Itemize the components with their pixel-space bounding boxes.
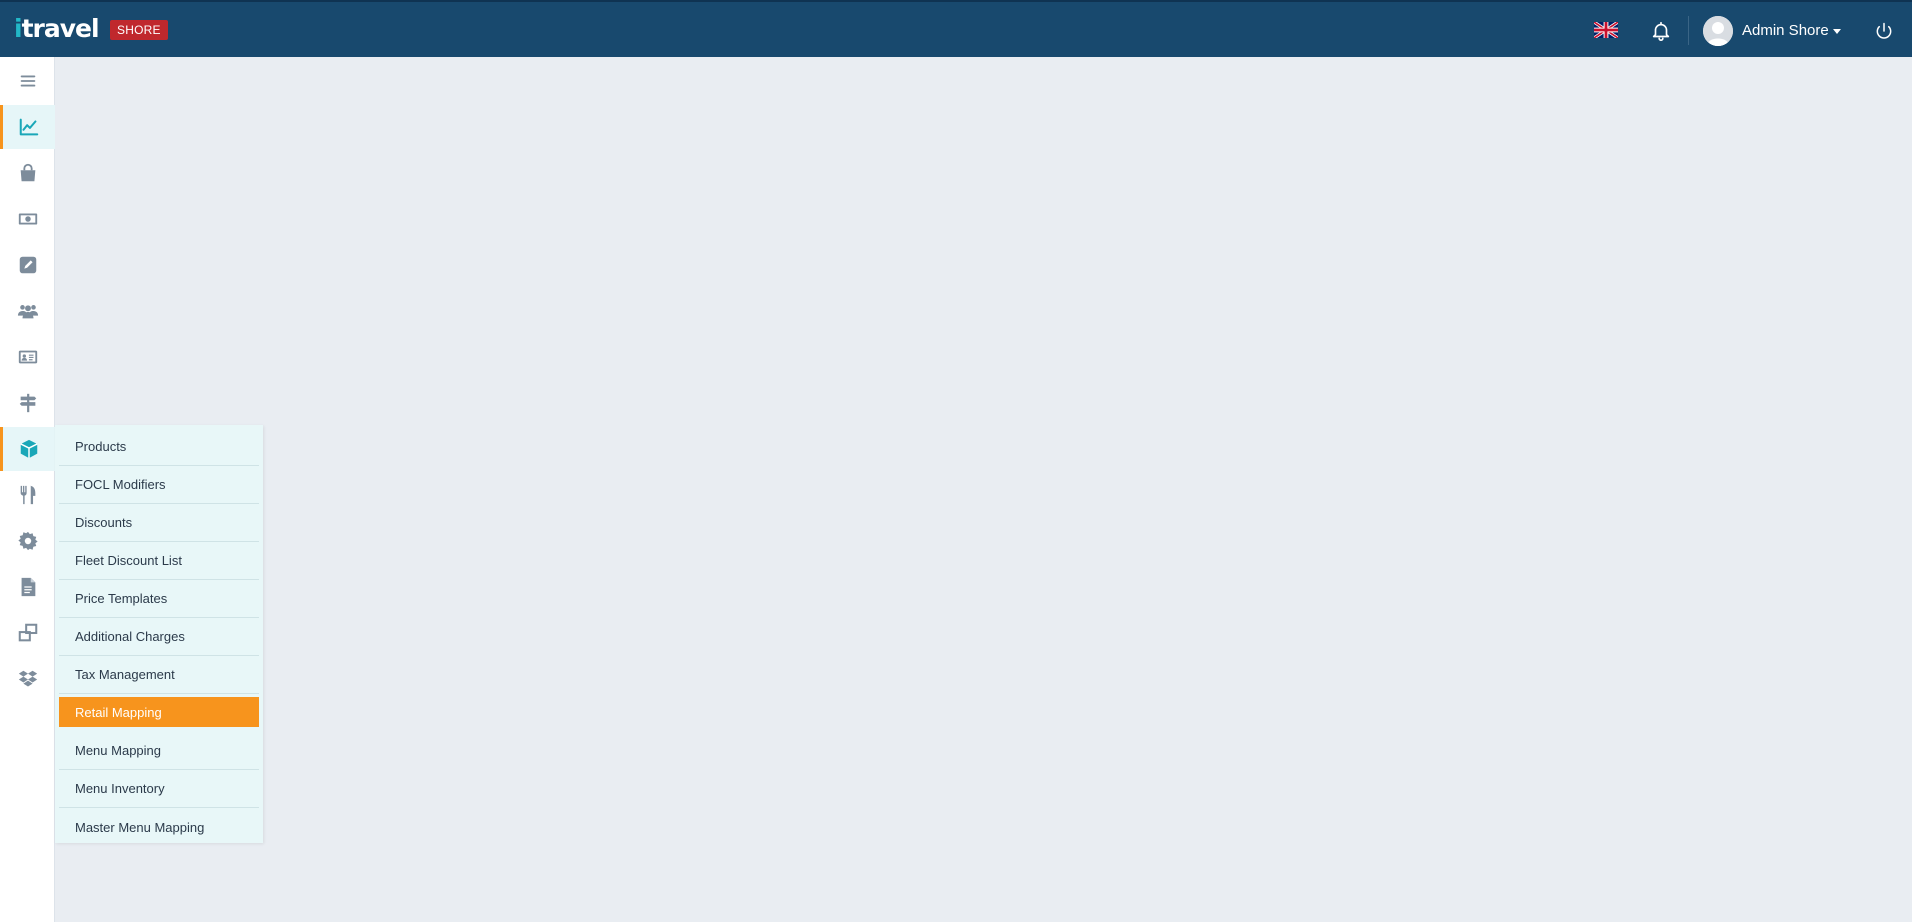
sidebar-item-users[interactable] [0, 289, 55, 333]
submenu-item-additional-charges[interactable]: Additional Charges [59, 618, 259, 656]
sidebar-item-food[interactable] [0, 473, 55, 517]
sidebar-item-id-cards[interactable] [0, 335, 55, 379]
submenu-item-label: Master Menu Mapping [75, 819, 205, 835]
sidebar-item-edit[interactable] [0, 243, 55, 287]
sidebar-item-documents[interactable] [0, 565, 55, 609]
submenu-item-label: Price Templates [75, 591, 168, 606]
menu-icon [20, 75, 35, 87]
submenu-item-price-templates[interactable]: Price Templates [59, 580, 259, 618]
submenu-item-label: Menu Mapping [75, 743, 161, 758]
chart-line-icon [19, 118, 39, 136]
top-bar: itravel SHORE Admin Shore [0, 0, 1912, 57]
main-content [56, 57, 1912, 922]
submenu-item-retail-mapping[interactable]: Retail Mapping [59, 697, 259, 727]
submenu-item-fleet-discount-list[interactable]: Fleet Discount List [59, 542, 259, 580]
logo-text: travel [21, 14, 100, 43]
sidebar-item-dashboard[interactable] [0, 105, 55, 149]
power-icon[interactable] [1874, 21, 1894, 41]
sidebar-item-payments[interactable] [0, 197, 55, 241]
sidebar-item-directions[interactable] [0, 381, 55, 425]
pencil-square-icon [19, 256, 36, 274]
id-card-icon [18, 350, 37, 364]
cube-icon [20, 439, 38, 459]
signpost-icon [19, 393, 36, 413]
sidebar-item-shop[interactable] [0, 151, 55, 195]
submenu-item-label: Additional Charges [75, 629, 185, 644]
money-bill-icon [18, 213, 37, 225]
submenu-item-discounts[interactable]: Discounts [59, 504, 259, 542]
dropbox-icon [18, 670, 37, 687]
submenu-item-label: Retail Mapping [75, 704, 162, 720]
submenu-item-menu-mapping[interactable]: Menu Mapping [59, 732, 259, 770]
submenu-item-menu-inventory[interactable]: Menu Inventory [59, 770, 259, 808]
logo-prefix: i [14, 14, 23, 43]
sidebar [0, 57, 55, 922]
file-icon [21, 577, 35, 597]
products-submenu: Products FOCL Modifiers Discounts Fleet … [55, 425, 263, 843]
submenu-item-label: Discounts [75, 515, 133, 530]
chevron-down-icon[interactable] [1833, 29, 1841, 34]
submenu-item-label: Products [75, 439, 127, 454]
submenu-item-label: Tax Management [75, 667, 175, 682]
submenu-item-label: Menu Inventory [75, 781, 165, 796]
submenu-item-label: Fleet Discount List [75, 553, 182, 568]
bell-icon[interactable] [1650, 20, 1672, 42]
gear-icon [17, 531, 38, 551]
utensils-icon [20, 485, 35, 505]
submenu-item-label: FOCL Modifiers [75, 477, 166, 492]
header-divider [1688, 16, 1689, 45]
avatar[interactable] [1703, 16, 1733, 46]
environment-badge: SHORE [110, 20, 168, 40]
submenu-item-master-menu-mapping[interactable]: Master Menu Mapping [59, 808, 259, 846]
app-logo[interactable]: itravel [14, 14, 100, 44]
submenu-item-products[interactable]: Products [59, 428, 259, 466]
submenu-item-focl-modifiers[interactable]: FOCL Modifiers [59, 466, 259, 504]
sidebar-item-products[interactable] [0, 427, 55, 471]
windows-restore-icon [18, 623, 37, 642]
users-icon [17, 305, 38, 319]
submenu-item-tax-management[interactable]: Tax Management [59, 656, 259, 694]
sidebar-item-dropbox[interactable] [0, 657, 55, 701]
shopping-bag-icon [20, 163, 35, 182]
sidebar-toggle[interactable] [0, 59, 55, 103]
uk-flag-icon[interactable] [1594, 22, 1618, 38]
user-avatar-icon [1703, 16, 1733, 46]
sidebar-item-settings[interactable] [0, 519, 55, 563]
user-name[interactable]: Admin Shore [1742, 22, 1829, 40]
sidebar-item-windows[interactable] [0, 611, 55, 655]
